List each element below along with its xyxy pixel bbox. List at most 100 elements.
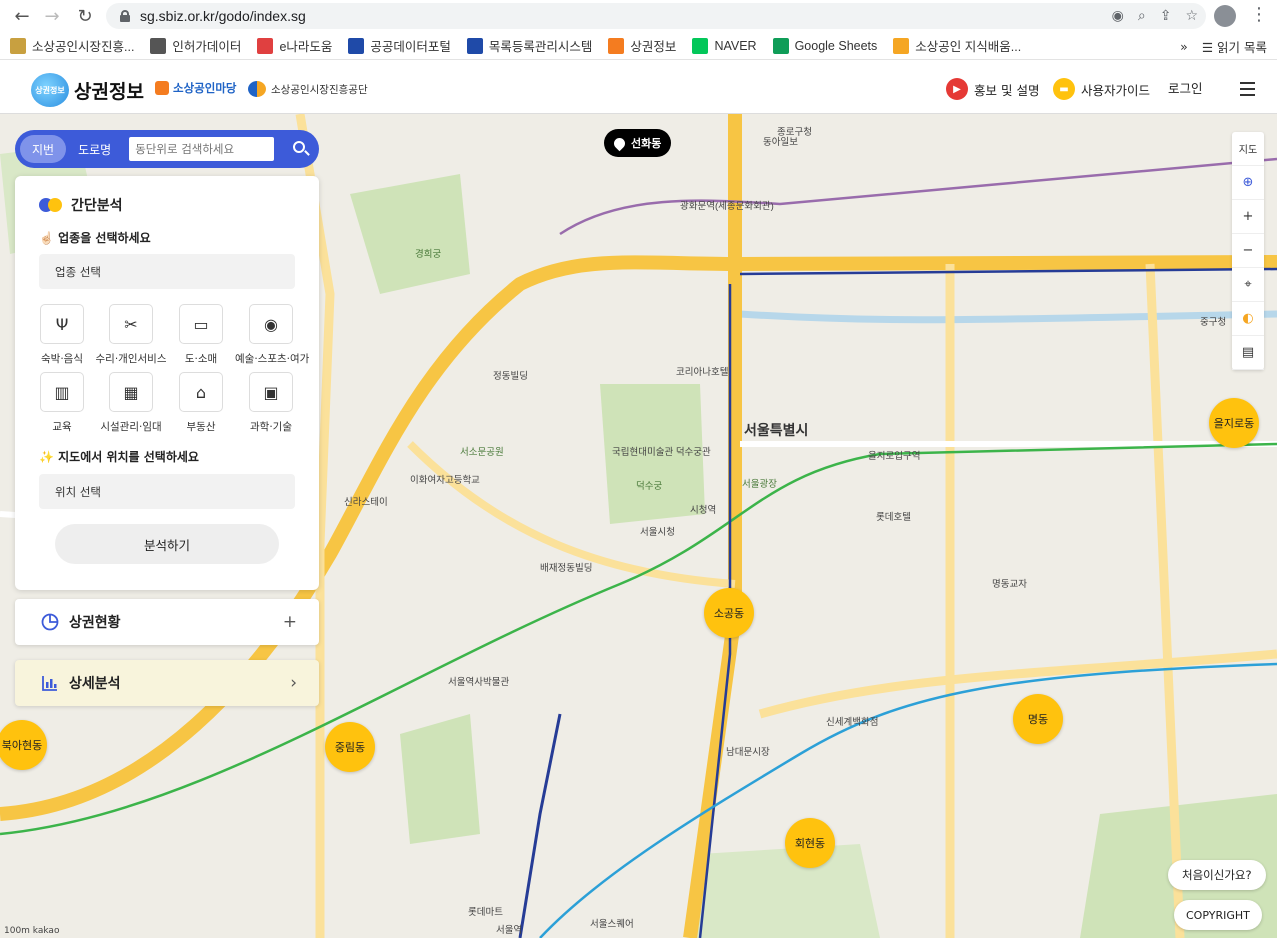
pie-chart-icon	[41, 613, 59, 631]
location-select[interactable]: 위치 선택	[39, 474, 295, 509]
map-type-toggle[interactable]: 지도	[1232, 132, 1264, 166]
reading-list-icon: ☰	[1201, 39, 1218, 55]
star-icon[interactable]: ☆	[1185, 8, 1198, 24]
detail-analysis-accordion[interactable]: 상세분석 ›	[15, 660, 319, 706]
dong-marker[interactable]: 을지로동	[1209, 398, 1259, 448]
tab-lot-number[interactable]: 지번	[20, 135, 67, 163]
bookmark-favicon-icon	[10, 37, 26, 54]
map-label: 광화문역(세종문화회관)	[680, 201, 774, 212]
tab-road-name[interactable]: 도로명	[66, 135, 123, 163]
map-label: 국립현대미술관 덕수궁관	[612, 447, 711, 458]
bookmark-item[interactable]: 목록등록관리시스템	[466, 36, 592, 55]
bookmark-favicon-icon	[692, 37, 709, 54]
bookmark-favicon-icon	[150, 37, 167, 54]
url-text: sg.sbiz.or.kr/godo/index.sg	[140, 8, 306, 24]
promo-button[interactable]: ▶ 홍보 및 설명	[946, 78, 1039, 100]
map-location-pin[interactable]: 선화동	[604, 129, 672, 157]
category-real-estate[interactable]: ⌂ 부동산	[165, 372, 237, 434]
category-lodging-food[interactable]: Ψ 숙박·음식	[26, 304, 98, 366]
category-science-tech[interactable]: ▣ 과학·기술	[235, 372, 307, 434]
dong-marker[interactable]: 명동	[1013, 694, 1063, 744]
map-label: 덕수궁	[636, 481, 663, 492]
back-icon[interactable]: ←	[7, 1, 37, 31]
location-icon[interactable]: ◉	[1112, 8, 1124, 24]
search-icon[interactable]	[293, 141, 305, 153]
bookmark-item[interactable]: 소상공인 지식배움...	[893, 36, 1021, 55]
partner-link-semas[interactable]: 소상공인시장진흥공단	[248, 81, 368, 97]
bookmark-item[interactable]: Google Sheets	[772, 37, 877, 54]
play-icon: ▶	[946, 78, 968, 100]
status-accordion[interactable]: 상권현황 +	[15, 599, 319, 645]
semas-logo-icon[interactable]: ◐	[1232, 302, 1264, 336]
map-label: 신세계백화점	[826, 717, 879, 728]
bookmark-favicon-icon	[772, 37, 789, 54]
dong-marker[interactable]: 중림동	[325, 722, 375, 772]
step2-label: ✨ 지도에서 위치를 선택하세요	[39, 450, 199, 464]
bookmark-item[interactable]: NAVER	[692, 37, 757, 54]
category-retail[interactable]: ▭ 도·소매	[165, 304, 237, 366]
profile-avatar[interactable]	[1214, 5, 1236, 27]
login-link[interactable]: 로그인	[1168, 78, 1203, 97]
tools-icon: ✂	[109, 304, 153, 344]
menu-icon[interactable]	[1240, 82, 1255, 96]
bookmark-item[interactable]: 소상공인시장진흥...	[10, 36, 134, 55]
zoom-icon[interactable]: ⌕	[1138, 8, 1146, 24]
map-label: 코리아나호텔	[676, 367, 729, 378]
reload-icon[interactable]: ↻	[70, 1, 100, 31]
analyze-button[interactable]: 분석하기	[55, 524, 279, 564]
copyright-button[interactable]: COPYRIGHT	[1174, 900, 1262, 930]
address-bar[interactable]: sg.sbiz.or.kr/godo/index.sg ◉ ⌕ ⇪ ☆	[106, 3, 1206, 29]
map-label: 경희궁	[415, 249, 442, 260]
dong-marker[interactable]: 소공동	[704, 588, 754, 638]
bookmark-favicon-icon	[466, 37, 483, 54]
map-label: 배재정동빌딩	[540, 563, 593, 574]
bookmark-favicon-icon	[608, 37, 625, 54]
bookmark-item[interactable]: 상권정보	[608, 36, 676, 55]
bookmark-item[interactable]: 인허가데이터	[150, 36, 241, 55]
bookmark-item[interactable]: 공공데이터포털	[348, 36, 451, 55]
map-label: 서울역사박물관	[448, 677, 510, 688]
category-education[interactable]: ▥ 교육	[26, 372, 98, 434]
reading-list[interactable]: ☰ 읽기 목록	[1202, 37, 1267, 56]
help-button[interactable]: 처음이신가요?	[1168, 860, 1266, 890]
category-facility-lease[interactable]: ▦ 시설관리·임대	[95, 372, 167, 434]
lock-icon	[120, 10, 130, 22]
bar-chart-icon	[42, 676, 57, 691]
site-logo[interactable]: 상권정보	[31, 73, 69, 107]
simple-analysis-panel: 간단분석 ☝🏻 업종을 선택하세요 업종 선택 Ψ 숙박·음식 ✂ 수리·개인서…	[15, 176, 319, 590]
industry-select[interactable]: 업종 선택	[39, 254, 295, 289]
pin-tool-icon[interactable]: ⌖	[1232, 268, 1264, 302]
site-title[interactable]: 상권정보	[74, 77, 144, 104]
category-arts-sports[interactable]: ◉ 예술·스포츠·여가	[235, 304, 309, 366]
map-label: 롯데마트	[468, 907, 503, 918]
forward-icon[interactable]: →	[37, 1, 67, 31]
store-icon[interactable]: ▤	[1232, 336, 1264, 370]
map-label: 신라스테이	[344, 497, 388, 508]
map-label: 서울광장	[742, 479, 777, 490]
guide-icon: ▬	[1053, 78, 1075, 100]
zoom-out-icon[interactable]: −	[1232, 234, 1264, 268]
map-label: 을지로입구역	[868, 451, 921, 462]
map-label: 롯데호텔	[876, 512, 911, 523]
address-search-bar: 지번 도로명	[15, 130, 319, 168]
monitor-icon: ▣	[249, 372, 293, 412]
dong-marker[interactable]: 회현동	[785, 818, 835, 868]
semas-logo-icon	[248, 81, 266, 97]
map-label: 서울스퀘어	[590, 919, 634, 930]
map-label: 서울시청	[640, 527, 675, 538]
zoom-in-icon[interactable]: +	[1232, 200, 1264, 234]
guide-button[interactable]: ▬ 사용자가이드	[1053, 78, 1150, 100]
search-input[interactable]	[129, 137, 275, 161]
map-label: 남대문시장	[726, 747, 770, 758]
category-repair-service[interactable]: ✂ 수리·개인서비스	[95, 304, 167, 366]
partner-link-sbiz[interactable]: 소상공인마당	[155, 80, 236, 96]
bookmark-item[interactable]: e나라도움	[257, 36, 332, 55]
map-label: 서소문공원	[460, 447, 504, 458]
map-controls: 지도 ⊕ + − ⌖ ◐ ▤	[1232, 132, 1264, 370]
map-label: 서울역	[496, 925, 523, 936]
more-bookmarks-icon[interactable]: »	[1180, 39, 1188, 54]
map-label: 명동교자	[992, 579, 1027, 590]
browser-menu-icon[interactable]: ⋮	[1250, 4, 1268, 25]
locate-icon[interactable]: ⊕	[1232, 166, 1264, 200]
share-icon[interactable]: ⇪	[1160, 8, 1172, 24]
